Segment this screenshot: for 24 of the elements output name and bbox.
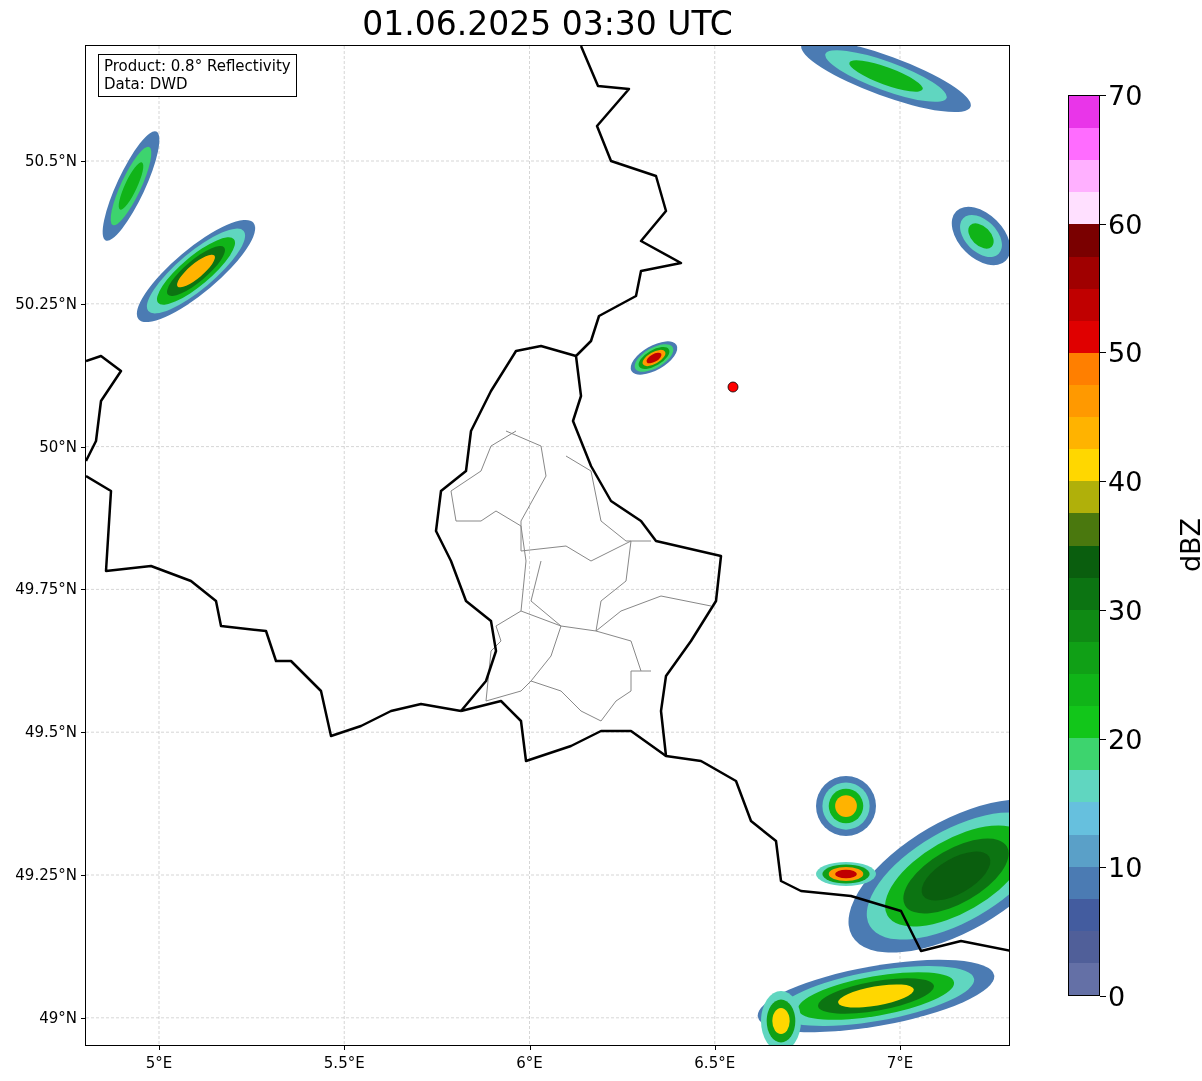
colorbar-tick-label: 50 [1108, 336, 1143, 368]
info-text: Product: 0.8° Reflectivity [104, 57, 291, 75]
x-tick-label: 6°E [516, 1054, 543, 1072]
x-tick-label: 7°E [886, 1054, 914, 1072]
chart-title: 01.06.2025 03:30 UTC [361, 4, 734, 43]
colorbar-tick-label: 40 [1108, 465, 1143, 497]
y-tick-label: 49.5°N [24, 723, 77, 742]
info-text: Data: DWD [104, 75, 189, 93]
colorbar-tick-label: 20 [1108, 723, 1143, 755]
y-tick-label: 49.25°N [15, 866, 77, 884]
colorbar-tick-label: 60 [1108, 208, 1143, 240]
y-tick-label: 50.5°N [24, 152, 77, 170]
y-tick-label: 50.25°N [15, 294, 77, 313]
y-tick-label: 50°N [39, 437, 77, 456]
x-tick-label: 5.5°E [323, 1054, 365, 1072]
colorbar-tick-label: 10 [1108, 851, 1143, 883]
x-tick-label: 5°E [145, 1054, 173, 1072]
y-tick-label: 49.75°N [15, 580, 77, 599]
colorbar-tick-label: 0 [1108, 980, 1126, 1012]
x-tick-label: 6.5°E [694, 1054, 736, 1072]
colorbar-tick-label: 70 [1108, 79, 1143, 111]
colorbar-tick-label: 30 [1108, 594, 1143, 626]
colorbar-label: dBZ [1174, 517, 1202, 573]
y-tick-label: 49°N [39, 1008, 77, 1027]
